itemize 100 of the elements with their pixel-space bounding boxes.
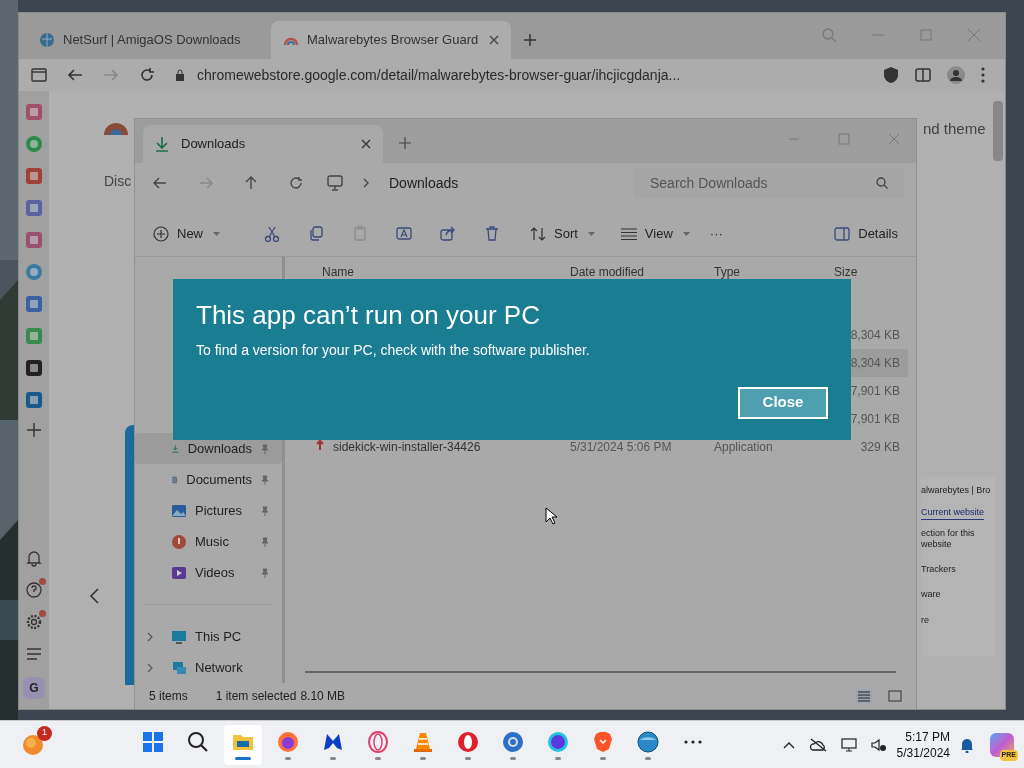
panel-tab[interactable]: Current website [921, 505, 985, 520]
panel-row-label: ware [921, 588, 942, 601]
status-text: 5 items [149, 688, 188, 705]
pin-icon [260, 474, 270, 485]
plus-circle-icon [153, 225, 169, 242]
reload-icon [139, 67, 155, 83]
panel-row-label: re [921, 613, 930, 627]
weather-icon[interactable] [22, 733, 44, 756]
page-text: nd theme [923, 119, 986, 139]
column-header[interactable]: Size [834, 263, 894, 281]
back-icon [153, 177, 167, 189]
app-icon[interactable] [25, 391, 43, 409]
close-icon [888, 133, 900, 145]
chevron-left-icon[interactable] [89, 588, 99, 604]
panel-row-label: Trackers [921, 562, 957, 576]
browser-tab[interactable]: NetSurf | AmigaOS Downloads [27, 21, 267, 59]
dialog-title: This app can’t run on your PC [196, 299, 541, 332]
nav-item[interactable]: Pictures [135, 495, 282, 526]
globe-icon [39, 32, 55, 48]
caret-icon [587, 231, 595, 236]
menu-icon[interactable] [25, 645, 43, 663]
column-header[interactable]: Date modified [570, 263, 714, 281]
lock-icon [175, 69, 185, 81]
copy-icon[interactable] [308, 225, 324, 242]
pin-icon [260, 505, 270, 516]
search-icon [876, 177, 888, 189]
kebab-menu-icon [981, 67, 985, 83]
shield-icon [883, 66, 899, 84]
column-header[interactable]: Name [285, 263, 570, 281]
pin-icon [260, 536, 270, 547]
tab-title: Malwarebytes Browser Guard [307, 31, 480, 50]
file-date: 5/31/2024 5:06 PM [570, 440, 672, 454]
nav-label: Music [195, 532, 230, 551]
close-icon [967, 28, 981, 42]
tab-title: NetSurf | AmigaOS Downloads [63, 31, 242, 50]
file-size: 7,901 KB [850, 412, 900, 426]
display-icon [840, 737, 857, 752]
sort-button[interactable]: Sort [530, 223, 595, 244]
start-icon [141, 729, 165, 754]
nav-item[interactable]: Music [135, 526, 282, 557]
app-icon[interactable] [25, 359, 43, 377]
chevron-right-icon [363, 178, 369, 188]
more-icon [684, 739, 702, 744]
window-icon [31, 68, 47, 82]
opera-icon [456, 729, 480, 754]
file-type: Application [714, 440, 773, 454]
chevron-right-icon [147, 631, 153, 642]
pin-icon [260, 443, 270, 454]
maximize-icon [838, 133, 850, 145]
scrollbar[interactable] [993, 101, 1003, 161]
status-text: 1 item selected [215, 688, 297, 705]
settings-icon[interactable] [25, 613, 43, 631]
nav-label: This PC [195, 627, 243, 646]
nav-item[interactable]: Videos [135, 557, 282, 588]
plus-icon [523, 33, 537, 47]
view-button[interactable]: View [620, 223, 690, 244]
trash-icon[interactable] [484, 225, 500, 242]
nav-item[interactable]: This PC [135, 621, 282, 652]
file-size: 8,304 KB [850, 356, 900, 370]
nav-item[interactable]: Network [135, 652, 282, 683]
new-button[interactable]: New [153, 223, 220, 244]
caret-icon [682, 231, 690, 236]
rename-icon[interactable] [396, 225, 412, 242]
nav-label: Pictures [195, 501, 243, 520]
explorer-tab[interactable]: Downloads [143, 125, 383, 163]
bell-icon[interactable] [25, 549, 43, 567]
clock-time[interactable]: 5:17 PM [905, 728, 950, 745]
browser-icon [501, 729, 525, 754]
details-view-icon [856, 689, 872, 703]
details-button[interactable]: Details [834, 223, 898, 244]
pin-icon [260, 567, 270, 578]
ring-icon [366, 729, 390, 754]
nav-item[interactable]: Documents [135, 464, 282, 495]
scissors-icon[interactable] [264, 225, 280, 242]
clock-date[interactable]: 5/31/2024 [896, 744, 950, 761]
nav-label: Network [195, 658, 244, 677]
tab-title: Downloads [181, 135, 247, 154]
tiles-view-icon [888, 689, 902, 703]
breadcrumb[interactable]: Downloads [389, 172, 459, 194]
share-icon[interactable] [440, 225, 456, 242]
more-button[interactable]: ··· [709, 223, 723, 244]
browser-tab[interactable]: Malwarebytes Browser Guard [271, 21, 511, 59]
pointer-icon [545, 507, 557, 525]
forward-icon [103, 68, 119, 82]
list-icon [620, 227, 637, 240]
plus-icon[interactable] [27, 423, 41, 437]
chevron-right-icon [147, 662, 153, 673]
column-header[interactable]: Type [714, 263, 834, 281]
account-avatar[interactable]: G [23, 677, 45, 699]
close-icon [361, 139, 371, 149]
orb-icon [546, 729, 570, 754]
scrollbar[interactable] [305, 671, 896, 673]
profile-icon [947, 66, 965, 84]
monitor-icon [327, 175, 343, 191]
file-size: 8,304 KB [850, 328, 900, 342]
help-icon[interactable] [25, 581, 43, 599]
back-icon [67, 68, 83, 82]
forward-icon [199, 177, 213, 189]
cloud-off-icon [808, 737, 827, 752]
search-icon [821, 27, 837, 43]
